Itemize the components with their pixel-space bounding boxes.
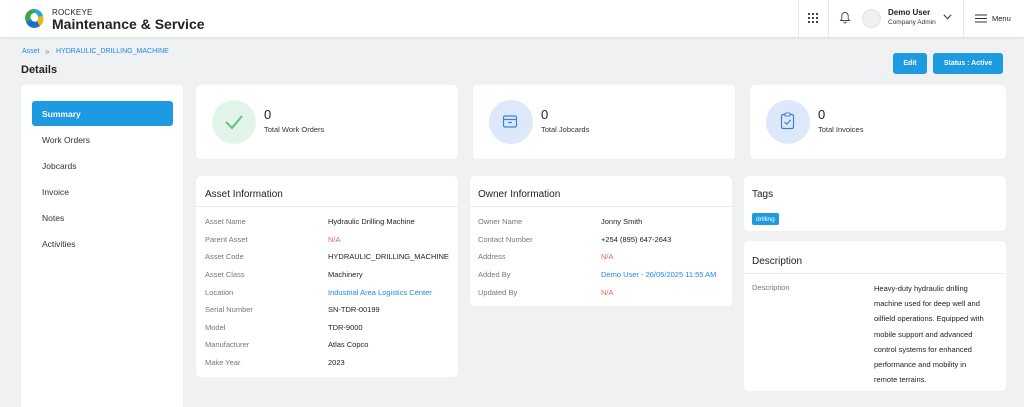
- top-bar: ROCKEYE Maintenance & Service Demo User …: [0, 0, 1024, 37]
- edit-button[interactable]: Edit: [893, 53, 927, 74]
- description-title: Description: [752, 256, 803, 267]
- divider: [470, 206, 732, 207]
- brand-name-large: Maintenance & Service: [52, 16, 205, 32]
- divider: [828, 0, 829, 37]
- description-line: control systems for enhanced: [874, 344, 972, 354]
- serial-number-value: SN-TDR-00199: [328, 305, 380, 314]
- sidebar-item-invoice[interactable]: Invoice: [42, 187, 69, 197]
- stat-label: Total Invoices: [818, 125, 864, 134]
- asset-code-label: Asset Code: [205, 252, 244, 261]
- breadcrumb-current[interactable]: HYDRAULIC_DRILLING_MACHINE: [56, 48, 169, 55]
- divider: [196, 206, 458, 207]
- contact-number-value: +254 (895) 647-2643: [601, 235, 672, 244]
- apps-grid-icon[interactable]: [808, 13, 818, 23]
- tags-card: [744, 176, 1006, 231]
- avatar[interactable]: [862, 9, 881, 28]
- owner-name-label: Owner Name: [478, 217, 523, 226]
- location-link[interactable]: Industrial Area Logistics Center: [328, 288, 432, 297]
- make-year-value: 2023: [328, 358, 345, 367]
- description-line: remote terrains.: [874, 375, 927, 385]
- asset-name-value: Hydraulic Drilling Machine: [328, 217, 415, 226]
- page-title: Details: [21, 64, 58, 76]
- breadcrumb-asset-link[interactable]: Asset: [22, 48, 40, 55]
- location-label: Location: [205, 288, 234, 297]
- owner-info-title: Owner Information: [478, 189, 561, 200]
- breadcrumb-separator: »: [45, 47, 50, 56]
- asset-info-title: Asset Information: [205, 189, 283, 200]
- address-value: N/A: [601, 252, 614, 261]
- stat-value: 0: [818, 107, 826, 122]
- asset-name-label: Asset Name: [205, 217, 246, 226]
- contact-number-label: Contact Number: [478, 235, 533, 244]
- tag-badge[interactable]: drilling: [752, 213, 779, 225]
- menu-label[interactable]: Menu: [992, 14, 1011, 23]
- hamburger-menu-icon[interactable]: [975, 14, 987, 23]
- divider: [744, 273, 1006, 274]
- sidebar-item-notes[interactable]: Notes: [42, 213, 64, 223]
- chevron-down-icon[interactable]: [943, 14, 952, 20]
- divider: [798, 0, 799, 37]
- description-text: Heavy-duty hydraulic drilling machine us…: [874, 281, 994, 387]
- updated-by-label: Updated By: [478, 288, 518, 297]
- description-line: mobile support and advanced: [874, 329, 973, 339]
- sidebar-item-activities[interactable]: Activities: [42, 239, 76, 249]
- manufacturer-label: Manufacturer: [205, 340, 250, 349]
- make-year-label: Make Year: [205, 358, 241, 367]
- description-line: Heavy-duty hydraulic drilling: [874, 284, 968, 293]
- description-line: oilfield operations. Equipped with: [874, 314, 984, 324]
- manufacturer-value: Atlas Copco: [328, 340, 369, 349]
- check-icon: [225, 115, 243, 130]
- stat-label: Total Jobcards: [541, 125, 590, 134]
- stat-label: Total Work Orders: [264, 125, 325, 134]
- rockeye-logo[interactable]: [23, 7, 45, 29]
- sidebar-item-summary[interactable]: Summary: [32, 101, 173, 126]
- jobcard-icon: [502, 115, 518, 128]
- description-line: machine used for deep well and: [874, 299, 980, 309]
- tags-title: Tags: [752, 189, 774, 200]
- status-button[interactable]: Status : Active: [933, 53, 1003, 74]
- bell-icon[interactable]: [839, 11, 851, 24]
- added-by-label: Added By: [478, 270, 511, 279]
- model-value: TDR-9000: [328, 323, 363, 332]
- serial-number-label: Serial Number: [205, 305, 253, 314]
- added-by-link[interactable]: Demo User - 26/05/2025 11:55 AM: [601, 270, 716, 279]
- stat-value: 0: [541, 107, 549, 122]
- updated-by-value: N/A: [601, 288, 614, 297]
- owner-name-value: Jonny Smith: [601, 217, 643, 226]
- sidebar-item-jobcards[interactable]: Jobcards: [42, 161, 77, 171]
- sidebar-item-work-orders[interactable]: Work Orders: [42, 135, 90, 145]
- parent-asset-label: Parent Asset: [205, 235, 248, 244]
- stat-value: 0: [264, 107, 272, 122]
- user-name[interactable]: Demo User: [888, 8, 930, 17]
- invoice-icon: [780, 112, 795, 130]
- description-line: performance and mobility in: [874, 360, 967, 370]
- asset-code-value: HYDRAULIC_DRILLING_MACHINE: [328, 252, 449, 261]
- asset-class-value: Machinery: [328, 270, 363, 279]
- user-role: Company Admin: [888, 19, 936, 26]
- parent-asset-value: N/A: [328, 235, 341, 244]
- model-label: Model: [205, 323, 226, 332]
- description-label: Description: [752, 283, 790, 292]
- divider: [963, 0, 964, 37]
- address-label: Address: [478, 252, 506, 261]
- asset-class-label: Asset Class: [205, 270, 245, 279]
